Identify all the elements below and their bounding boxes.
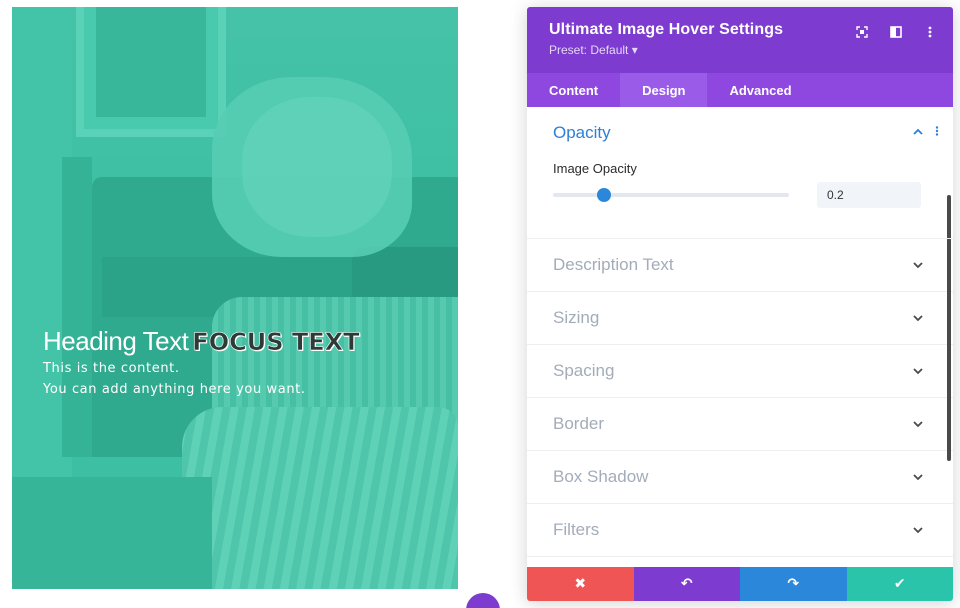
background-fur-pillow-highlight bbox=[242, 97, 392, 237]
more-vertical-icon[interactable] bbox=[923, 25, 937, 39]
chevron-up-icon[interactable] bbox=[913, 125, 923, 139]
split-view-icon[interactable] bbox=[889, 25, 903, 39]
hover-heading: Heading Text FOCUS TEXT bbox=[43, 325, 360, 358]
heading-text: Heading Text bbox=[43, 326, 189, 356]
modal-tabs: Content Design Advanced bbox=[527, 73, 953, 107]
chevron-down-icon bbox=[913, 419, 923, 429]
section-opacity-controls bbox=[913, 125, 939, 139]
image-opacity-label: Image Opacity bbox=[553, 161, 637, 176]
section-filters[interactable]: Filters bbox=[527, 504, 953, 557]
section-title: Filters bbox=[553, 520, 600, 539]
more-vertical-icon[interactable] bbox=[935, 125, 939, 139]
tab-advanced[interactable]: Advanced bbox=[707, 73, 813, 107]
chevron-down-icon bbox=[913, 260, 923, 270]
focus-icon[interactable] bbox=[855, 25, 869, 39]
background-floor bbox=[12, 477, 212, 589]
tab-design[interactable]: Design bbox=[620, 73, 708, 107]
undo-button[interactable]: ↶ bbox=[633, 567, 740, 601]
section-opacity: Opacity Image Opacity bbox=[527, 107, 953, 239]
settings-modal: Ultimate Image Hover Settings Preset: De… bbox=[527, 7, 953, 601]
image-opacity-control bbox=[553, 182, 931, 208]
redo-button[interactable]: ↷ bbox=[740, 567, 847, 601]
builder-menu-button[interactable] bbox=[466, 593, 500, 608]
section-opacity-title[interactable]: Opacity bbox=[553, 123, 931, 143]
section-spacing[interactable]: Spacing bbox=[527, 345, 953, 398]
image-opacity-input[interactable] bbox=[817, 182, 921, 208]
background-blanket bbox=[182, 407, 458, 589]
background-door-frame bbox=[62, 157, 92, 457]
hover-caption: Heading Text FOCUS TEXT This is the conte… bbox=[43, 325, 360, 400]
save-button[interactable]: ✔ bbox=[846, 567, 953, 601]
background-window-pane bbox=[96, 7, 206, 117]
image-hover-preview: Heading Text FOCUS TEXT This is the conte… bbox=[12, 7, 458, 589]
section-title: Sizing bbox=[553, 308, 600, 327]
content-line-2: You can add anything here you want. bbox=[43, 382, 306, 397]
content-line-1: This is the content. bbox=[43, 361, 180, 376]
focus-text: FOCUS TEXT bbox=[192, 328, 360, 357]
image-opacity-slider[interactable] bbox=[553, 188, 789, 202]
section-title: Description Text bbox=[553, 255, 674, 274]
chevron-down-icon bbox=[913, 525, 923, 535]
chevron-down-icon bbox=[913, 366, 923, 376]
section-box-shadow[interactable]: Box Shadow bbox=[527, 451, 953, 504]
section-title: Spacing bbox=[553, 361, 615, 380]
modal-header[interactable]: Ultimate Image Hover Settings Preset: De… bbox=[527, 7, 953, 73]
modal-footer: ✖ ↶ ↷ ✔ bbox=[527, 567, 953, 601]
header-icon-group bbox=[855, 25, 937, 39]
preset-selector[interactable]: Preset: Default ▾ bbox=[549, 43, 953, 57]
section-description-text[interactable]: Description Text bbox=[527, 239, 953, 292]
slider-handle[interactable] bbox=[597, 188, 612, 202]
chevron-down-icon bbox=[913, 472, 923, 482]
chevron-down-icon bbox=[913, 313, 923, 323]
tab-content[interactable]: Content bbox=[527, 73, 620, 107]
modal-body: Opacity Image Opacity Description Text bbox=[527, 107, 953, 567]
section-title: Border bbox=[553, 414, 605, 433]
section-border[interactable]: Border bbox=[527, 398, 953, 451]
cancel-button[interactable]: ✖ bbox=[527, 567, 634, 601]
section-title: Box Shadow bbox=[553, 467, 649, 486]
section-sizing[interactable]: Sizing bbox=[527, 292, 953, 345]
